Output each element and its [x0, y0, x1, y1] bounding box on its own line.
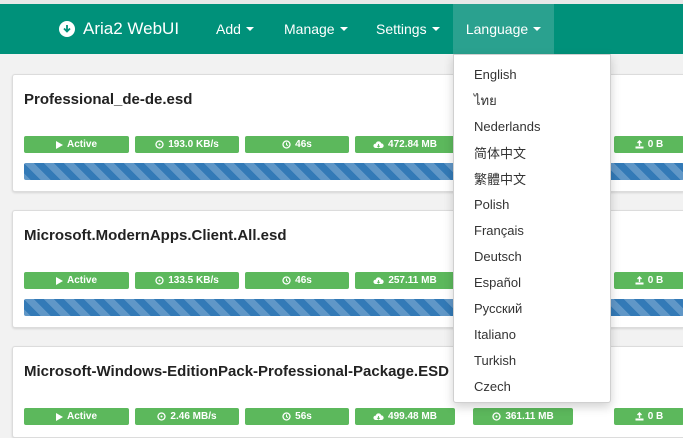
cloud-download-icon [373, 140, 384, 148]
eta-badge: 46s [245, 136, 349, 153]
cloud-download-icon [373, 276, 384, 284]
download-name: Microsoft.ModernApps.Client.All.esd [24, 227, 287, 244]
speed-text: 133.5 KB/s [168, 275, 219, 286]
app-title: Aria2 WebUI [83, 19, 180, 38]
speed-text: 2.46 MB/s [170, 411, 217, 422]
language-option-traditional-chinese[interactable]: 繁體中文 [454, 165, 610, 191]
nav-language-label: Language [465, 21, 529, 37]
nav-settings-menu[interactable]: Settings [361, 4, 455, 54]
language-option-polish[interactable]: Polish [454, 191, 610, 217]
language-option-english[interactable]: English [454, 61, 610, 87]
language-option-thai[interactable]: ไทย [454, 87, 610, 113]
chevron-down-icon [533, 27, 542, 31]
upload-badge: 0 B [614, 408, 683, 425]
language-option-turkish[interactable]: Turkish [454, 347, 610, 373]
eta-text: 56s [295, 411, 312, 422]
chevron-down-icon [245, 27, 254, 31]
language-dropdown-menu: English ไทย Nederlands 简体中文 繁體中文 Polish … [453, 54, 611, 403]
play-icon [55, 140, 63, 149]
eta-badge: 46s [245, 272, 349, 289]
upload-icon [635, 412, 644, 421]
size-text: 472.84 MB [388, 139, 437, 150]
download-speed: 193.0 KB/s [135, 136, 239, 153]
upload-badge: 0 B [614, 272, 683, 289]
size-text: 257.11 MB [388, 275, 437, 286]
speed-icon [155, 276, 164, 285]
status-badge: Active [24, 408, 129, 425]
eta-text: 46s [295, 275, 312, 286]
speed-icon [157, 412, 167, 421]
download-speed: 2.46 MB/s [135, 408, 239, 425]
upload-text: 0 B [647, 411, 664, 422]
nav-manage-label: Manage [284, 21, 335, 37]
download-speed: 133.5 KB/s [135, 272, 239, 289]
language-option-czech[interactable]: Czech [454, 373, 610, 399]
nav-add-label: Add [216, 21, 241, 37]
language-option-simplified-chinese[interactable]: 简体中文 [454, 139, 610, 165]
size-badge: 472.84 MB [355, 136, 455, 153]
upload-text: 0 B [647, 275, 664, 286]
upload-icon [635, 276, 644, 285]
status-text: Active [66, 275, 97, 286]
nav-settings-label: Settings [376, 21, 427, 37]
size-text: 499.48 MB [388, 411, 437, 422]
chevron-down-icon [431, 27, 440, 31]
play-icon [55, 412, 63, 421]
download-circle-icon [59, 21, 75, 37]
nav-manage-menu[interactable]: Manage [269, 4, 363, 54]
clock-icon [282, 140, 291, 149]
status-badge: Active [24, 272, 129, 289]
language-option-spanish[interactable]: Español [454, 269, 610, 295]
size-badge: 499.48 MB [355, 408, 455, 425]
language-option-dutch[interactable]: Nederlands [454, 113, 610, 139]
language-option-french[interactable]: Français [454, 217, 610, 243]
speed-icon [492, 412, 501, 421]
brand[interactable]: Aria2 WebUI [59, 4, 179, 54]
play-icon [55, 276, 63, 285]
upload-badge: 0 B [614, 136, 683, 153]
size-badge: 257.11 MB [355, 272, 455, 289]
clock-icon [282, 276, 291, 285]
status-text: Active [66, 139, 97, 150]
navbar: Aria2 WebUI Add Manage Settings Language [0, 4, 683, 54]
nav-language-menu[interactable]: Language [453, 4, 554, 54]
chevron-down-icon [339, 27, 348, 31]
nav-add-menu[interactable]: Add [201, 4, 269, 54]
eta-badge: 56s [245, 408, 349, 425]
status-badge: Active [24, 136, 129, 153]
status-text: Active [66, 411, 97, 422]
language-option-russian[interactable]: Русский [454, 295, 610, 321]
speed-icon [155, 140, 164, 149]
upload-icon [635, 140, 644, 149]
downloaded-badge: 361.11 MB [473, 408, 573, 425]
clock-icon [282, 412, 291, 421]
cloud-download-icon [373, 412, 384, 420]
eta-text: 46s [295, 139, 312, 150]
speed-text: 193.0 KB/s [168, 139, 219, 150]
download-name: Professional_de-de.esd [24, 91, 193, 108]
downloaded-text: 361.11 MB [505, 411, 554, 422]
download-name: Microsoft-Windows-EditionPack-Profession… [24, 363, 449, 380]
upload-text: 0 B [647, 139, 664, 150]
language-option-german[interactable]: Deutsch [454, 243, 610, 269]
language-option-italian[interactable]: Italiano [454, 321, 610, 347]
